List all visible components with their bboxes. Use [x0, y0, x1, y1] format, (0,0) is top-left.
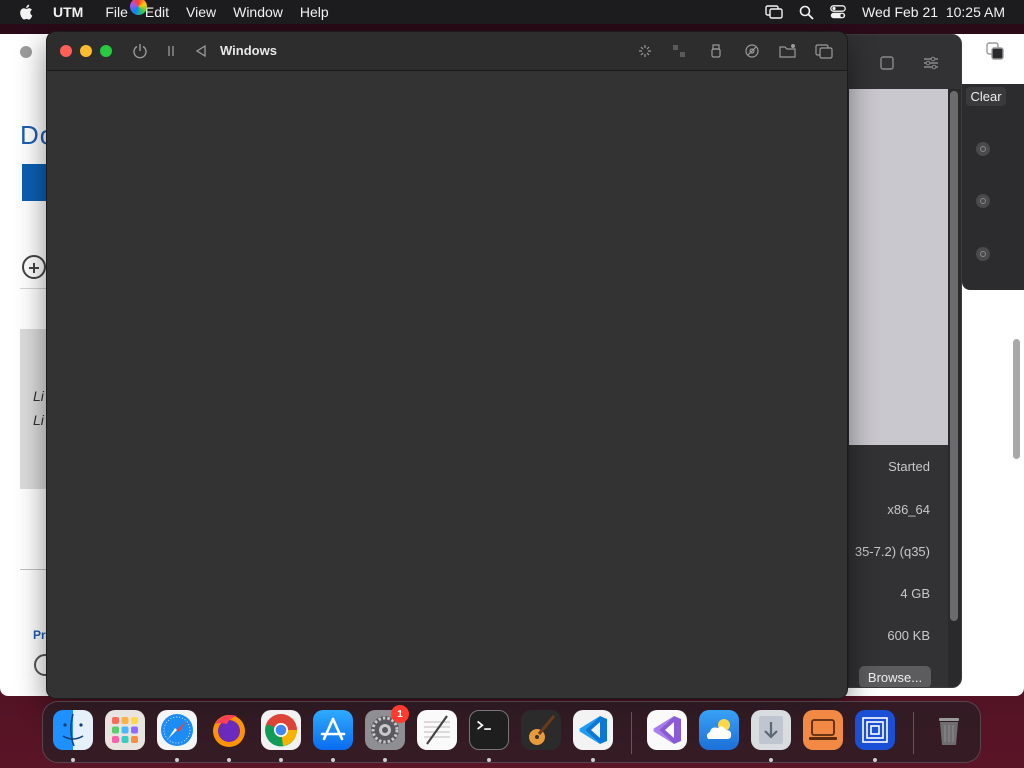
running-indicator [279, 758, 283, 762]
menu-edit[interactable]: Edit [145, 4, 169, 20]
section-label: Pr [33, 628, 46, 642]
running-indicator [383, 758, 387, 762]
chrome-icon[interactable] [261, 710, 301, 750]
menubar-datetime[interactable]: Wed Feb 21 10:25 AM [862, 4, 1005, 20]
garageband-icon[interactable] [521, 710, 561, 750]
running-indicator [591, 758, 595, 762]
vm-status-value: Started [888, 459, 930, 474]
restart-icon[interactable] [193, 43, 209, 59]
windows-icon[interactable] [815, 43, 833, 59]
italic-text-line: Li [33, 412, 44, 428]
close-window-button[interactable] [60, 45, 72, 57]
firefox-icon[interactable] [209, 710, 249, 750]
textedit-icon[interactable] [417, 710, 457, 750]
apple-icon[interactable] [19, 4, 33, 20]
notification-badge: 1 [391, 705, 409, 723]
screen-sharing-icon[interactable] [803, 710, 843, 750]
vm-size-value: 600 KB [887, 628, 930, 643]
browse-button[interactable]: Browse... [859, 666, 931, 687]
terminal-icon[interactable] [469, 710, 509, 750]
clear-button[interactable]: Clear [966, 87, 1006, 106]
search-icon[interactable] [976, 247, 990, 261]
finder-icon[interactable] [53, 710, 93, 750]
pause-icon[interactable] [163, 43, 179, 59]
search-icon[interactable] [976, 194, 990, 208]
launchpad-icon[interactable] [105, 710, 145, 750]
capture-input-icon[interactable] [637, 43, 653, 59]
menu-bar: UTM File Edit View Window Help Wed Feb 2… [0, 0, 1024, 24]
minimize-window-button[interactable] [80, 45, 92, 57]
vm-memory-value: 4 GB [900, 586, 930, 601]
running-indicator [769, 758, 773, 762]
primary-button[interactable] [22, 164, 48, 201]
vm-info-panel [849, 445, 948, 687]
control-center-icon[interactable] [830, 5, 846, 19]
running-indicator [227, 758, 231, 762]
running-indicator [71, 758, 75, 762]
dock-separator [631, 712, 632, 754]
visual-studio-icon[interactable] [647, 710, 687, 750]
running-indicator [175, 758, 179, 762]
menu-app-name[interactable]: UTM [53, 4, 83, 20]
downloads-icon[interactable] [751, 710, 791, 750]
cloud-icon[interactable] [699, 710, 739, 750]
maximize-window-button[interactable] [100, 45, 112, 57]
power-icon[interactable] [132, 43, 148, 59]
window-control-dot[interactable] [20, 46, 32, 58]
menu-window[interactable]: Window [233, 4, 283, 20]
italic-text-line: Li [33, 388, 44, 404]
page-scrollbar[interactable] [1013, 339, 1020, 459]
search-side-panel: Clear [962, 84, 1024, 290]
dock-separator [913, 712, 914, 754]
vm-window: Windows [46, 31, 848, 699]
settings-sliders-icon[interactable] [923, 55, 939, 71]
vm-architecture-value: x86_64 [887, 502, 930, 517]
screen-mirroring-icon[interactable] [765, 5, 783, 19]
usb-icon[interactable] [708, 43, 724, 59]
info-scrollbar[interactable] [950, 91, 958, 621]
shared-folder-icon[interactable] [779, 43, 796, 59]
stop-icon[interactable] [879, 55, 895, 71]
menu-help[interactable]: Help [300, 4, 329, 20]
running-indicator [487, 758, 491, 762]
running-indicator [331, 758, 335, 762]
vm-display[interactable] [47, 72, 847, 698]
window-copy-icon[interactable] [986, 42, 1004, 60]
app-store-icon[interactable] [313, 710, 353, 750]
resize-icon[interactable] [671, 43, 687, 59]
vm-titlebar: Windows [47, 32, 847, 71]
add-circle-icon[interactable] [22, 255, 46, 279]
vscode-icon[interactable] [573, 710, 613, 750]
search-icon[interactable] [976, 142, 990, 156]
vm-window-title: Windows [220, 43, 277, 58]
dock: 1 [42, 701, 981, 763]
menu-view[interactable]: View [186, 4, 216, 20]
trash-icon[interactable] [929, 710, 969, 750]
vm-machine-value: 35-7.2) (q35) [854, 544, 930, 559]
vm-preview[interactable] [849, 89, 948, 445]
spotlight-search-icon[interactable] [799, 5, 814, 20]
safari-icon[interactable] [157, 710, 197, 750]
menu-file[interactable]: File [105, 4, 128, 20]
utm-app-icon[interactable] [855, 710, 895, 750]
drive-icon[interactable] [744, 43, 760, 59]
running-indicator [873, 758, 877, 762]
